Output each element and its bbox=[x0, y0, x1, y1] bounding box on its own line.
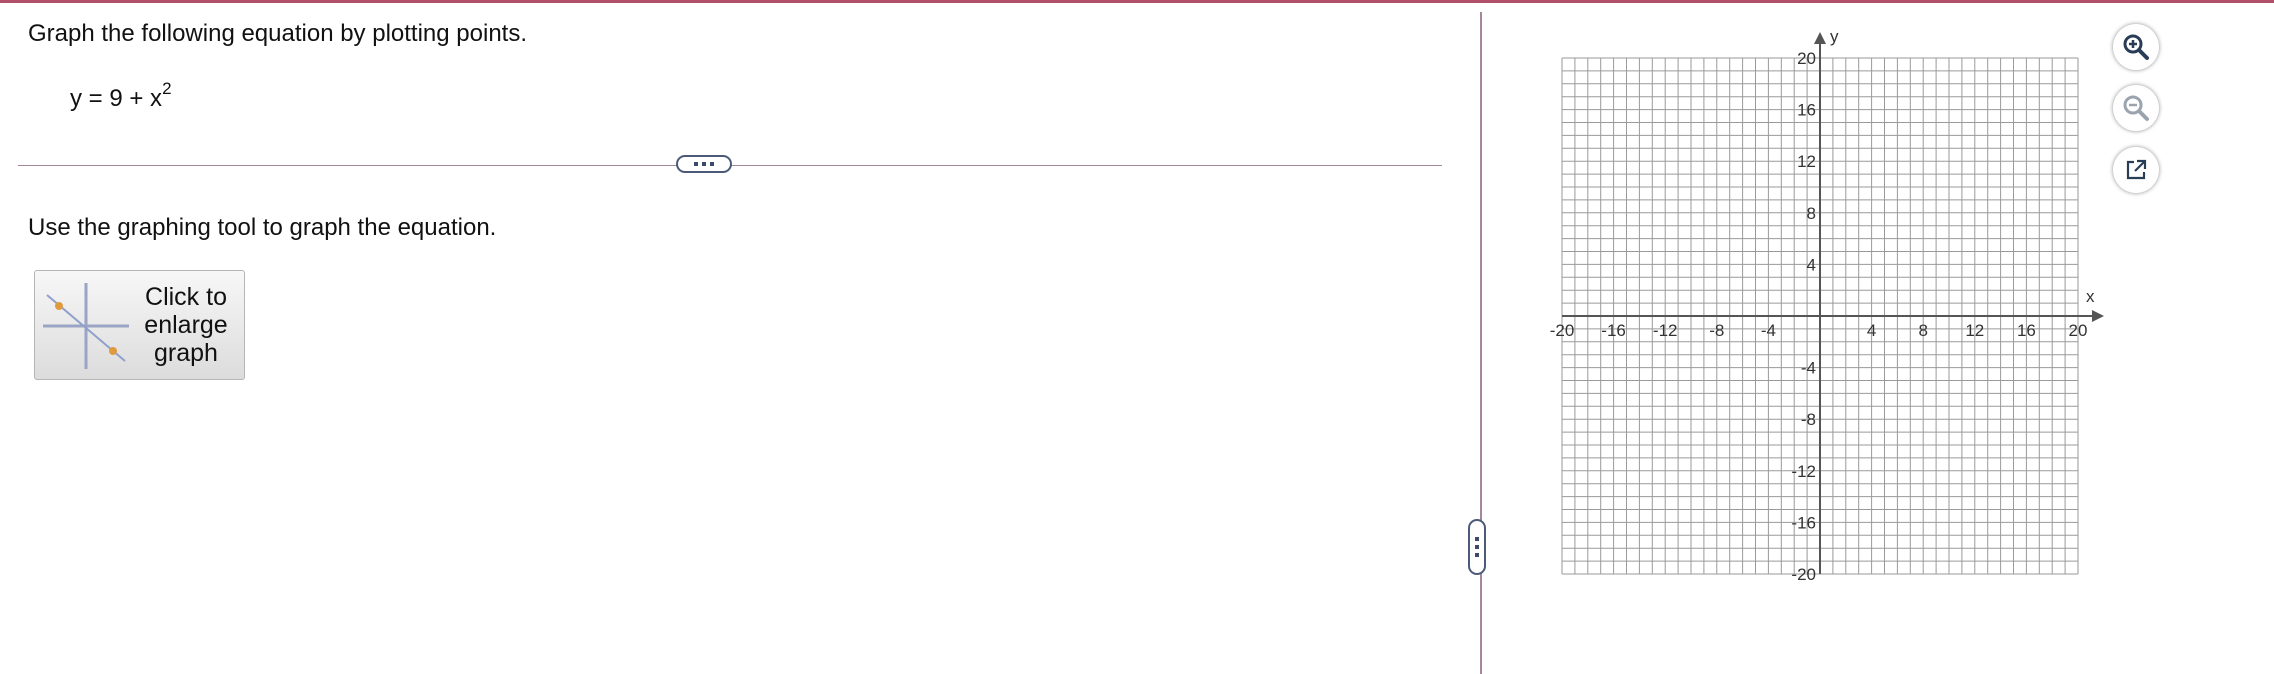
y-tick-label: 16 bbox=[1797, 101, 1816, 120]
y-tick-label: -16 bbox=[1791, 513, 1816, 532]
expand-question-button[interactable] bbox=[676, 155, 732, 173]
y-tick-label: 8 bbox=[1807, 204, 1816, 223]
equation-exponent: 2 bbox=[162, 79, 172, 98]
dot-icon bbox=[694, 162, 698, 166]
dot-icon bbox=[710, 162, 714, 166]
open-in-new-window-icon bbox=[2126, 159, 2147, 180]
y-axis-label: y bbox=[1830, 27, 1839, 46]
y-tick-label: -20 bbox=[1791, 565, 1816, 584]
equation-base: y = 9 + x bbox=[70, 85, 163, 112]
x-tick-label: -16 bbox=[1601, 321, 1626, 340]
vertical-divider bbox=[1480, 12, 1482, 674]
dot-icon bbox=[1475, 553, 1479, 557]
zoom-in-icon bbox=[2123, 34, 2149, 60]
x-tick-label: -12 bbox=[1653, 321, 1678, 340]
y-tick-label: 20 bbox=[1797, 49, 1816, 68]
x-tick-label: 8 bbox=[1918, 321, 1927, 340]
x-tick-label: 20 bbox=[2069, 321, 2088, 340]
zoom-out-icon bbox=[2123, 95, 2149, 121]
x-tick-label: -8 bbox=[1709, 321, 1724, 340]
enlarge-graph-label: Click to enlarge graph bbox=[144, 283, 228, 367]
zoom-out-button[interactable] bbox=[2113, 85, 2159, 131]
panel-resize-handle[interactable] bbox=[1468, 519, 1486, 575]
y-axis-arrow bbox=[1814, 32, 1826, 44]
top-accent-rule bbox=[0, 0, 2274, 3]
enlarge-graph-button[interactable]: Click to enlarge graph bbox=[34, 270, 245, 380]
y-tick-label: 12 bbox=[1797, 152, 1816, 171]
y-tick-label: -8 bbox=[1801, 410, 1816, 429]
x-tick-label: -20 bbox=[1550, 321, 1575, 340]
zoom-in-button[interactable] bbox=[2113, 24, 2159, 70]
dot-icon bbox=[1475, 537, 1479, 541]
x-axis-arrow bbox=[2092, 310, 2104, 322]
x-tick-label: 4 bbox=[1867, 321, 1876, 340]
open-in-new-window-button[interactable] bbox=[2113, 147, 2159, 193]
instruction-text: Use the graphing tool to graph the equat… bbox=[28, 214, 497, 241]
x-axis-label: x bbox=[2086, 287, 2095, 306]
graph-thumbnail-icon bbox=[43, 283, 129, 369]
question-prompt: Graph the following equation by plotting… bbox=[28, 20, 527, 47]
equation: y = 9 + x2 bbox=[70, 79, 172, 113]
x-tick-label: 12 bbox=[1965, 321, 1984, 340]
coordinate-graph[interactable]: -20 -16 -12 -8 -4 4 8 12 16 20 20 16 12 8 4 -4 -8 -12 -16 -… bbox=[1540, 18, 2120, 588]
x-tick-label: 16 bbox=[2017, 321, 2036, 340]
x-tick-label: -4 bbox=[1761, 321, 1776, 340]
dot-icon bbox=[702, 162, 706, 166]
y-tick-label: 4 bbox=[1807, 255, 1816, 274]
y-tick-label: -4 bbox=[1801, 359, 1816, 378]
y-tick-label: -12 bbox=[1791, 462, 1816, 481]
dot-icon bbox=[1475, 545, 1479, 549]
